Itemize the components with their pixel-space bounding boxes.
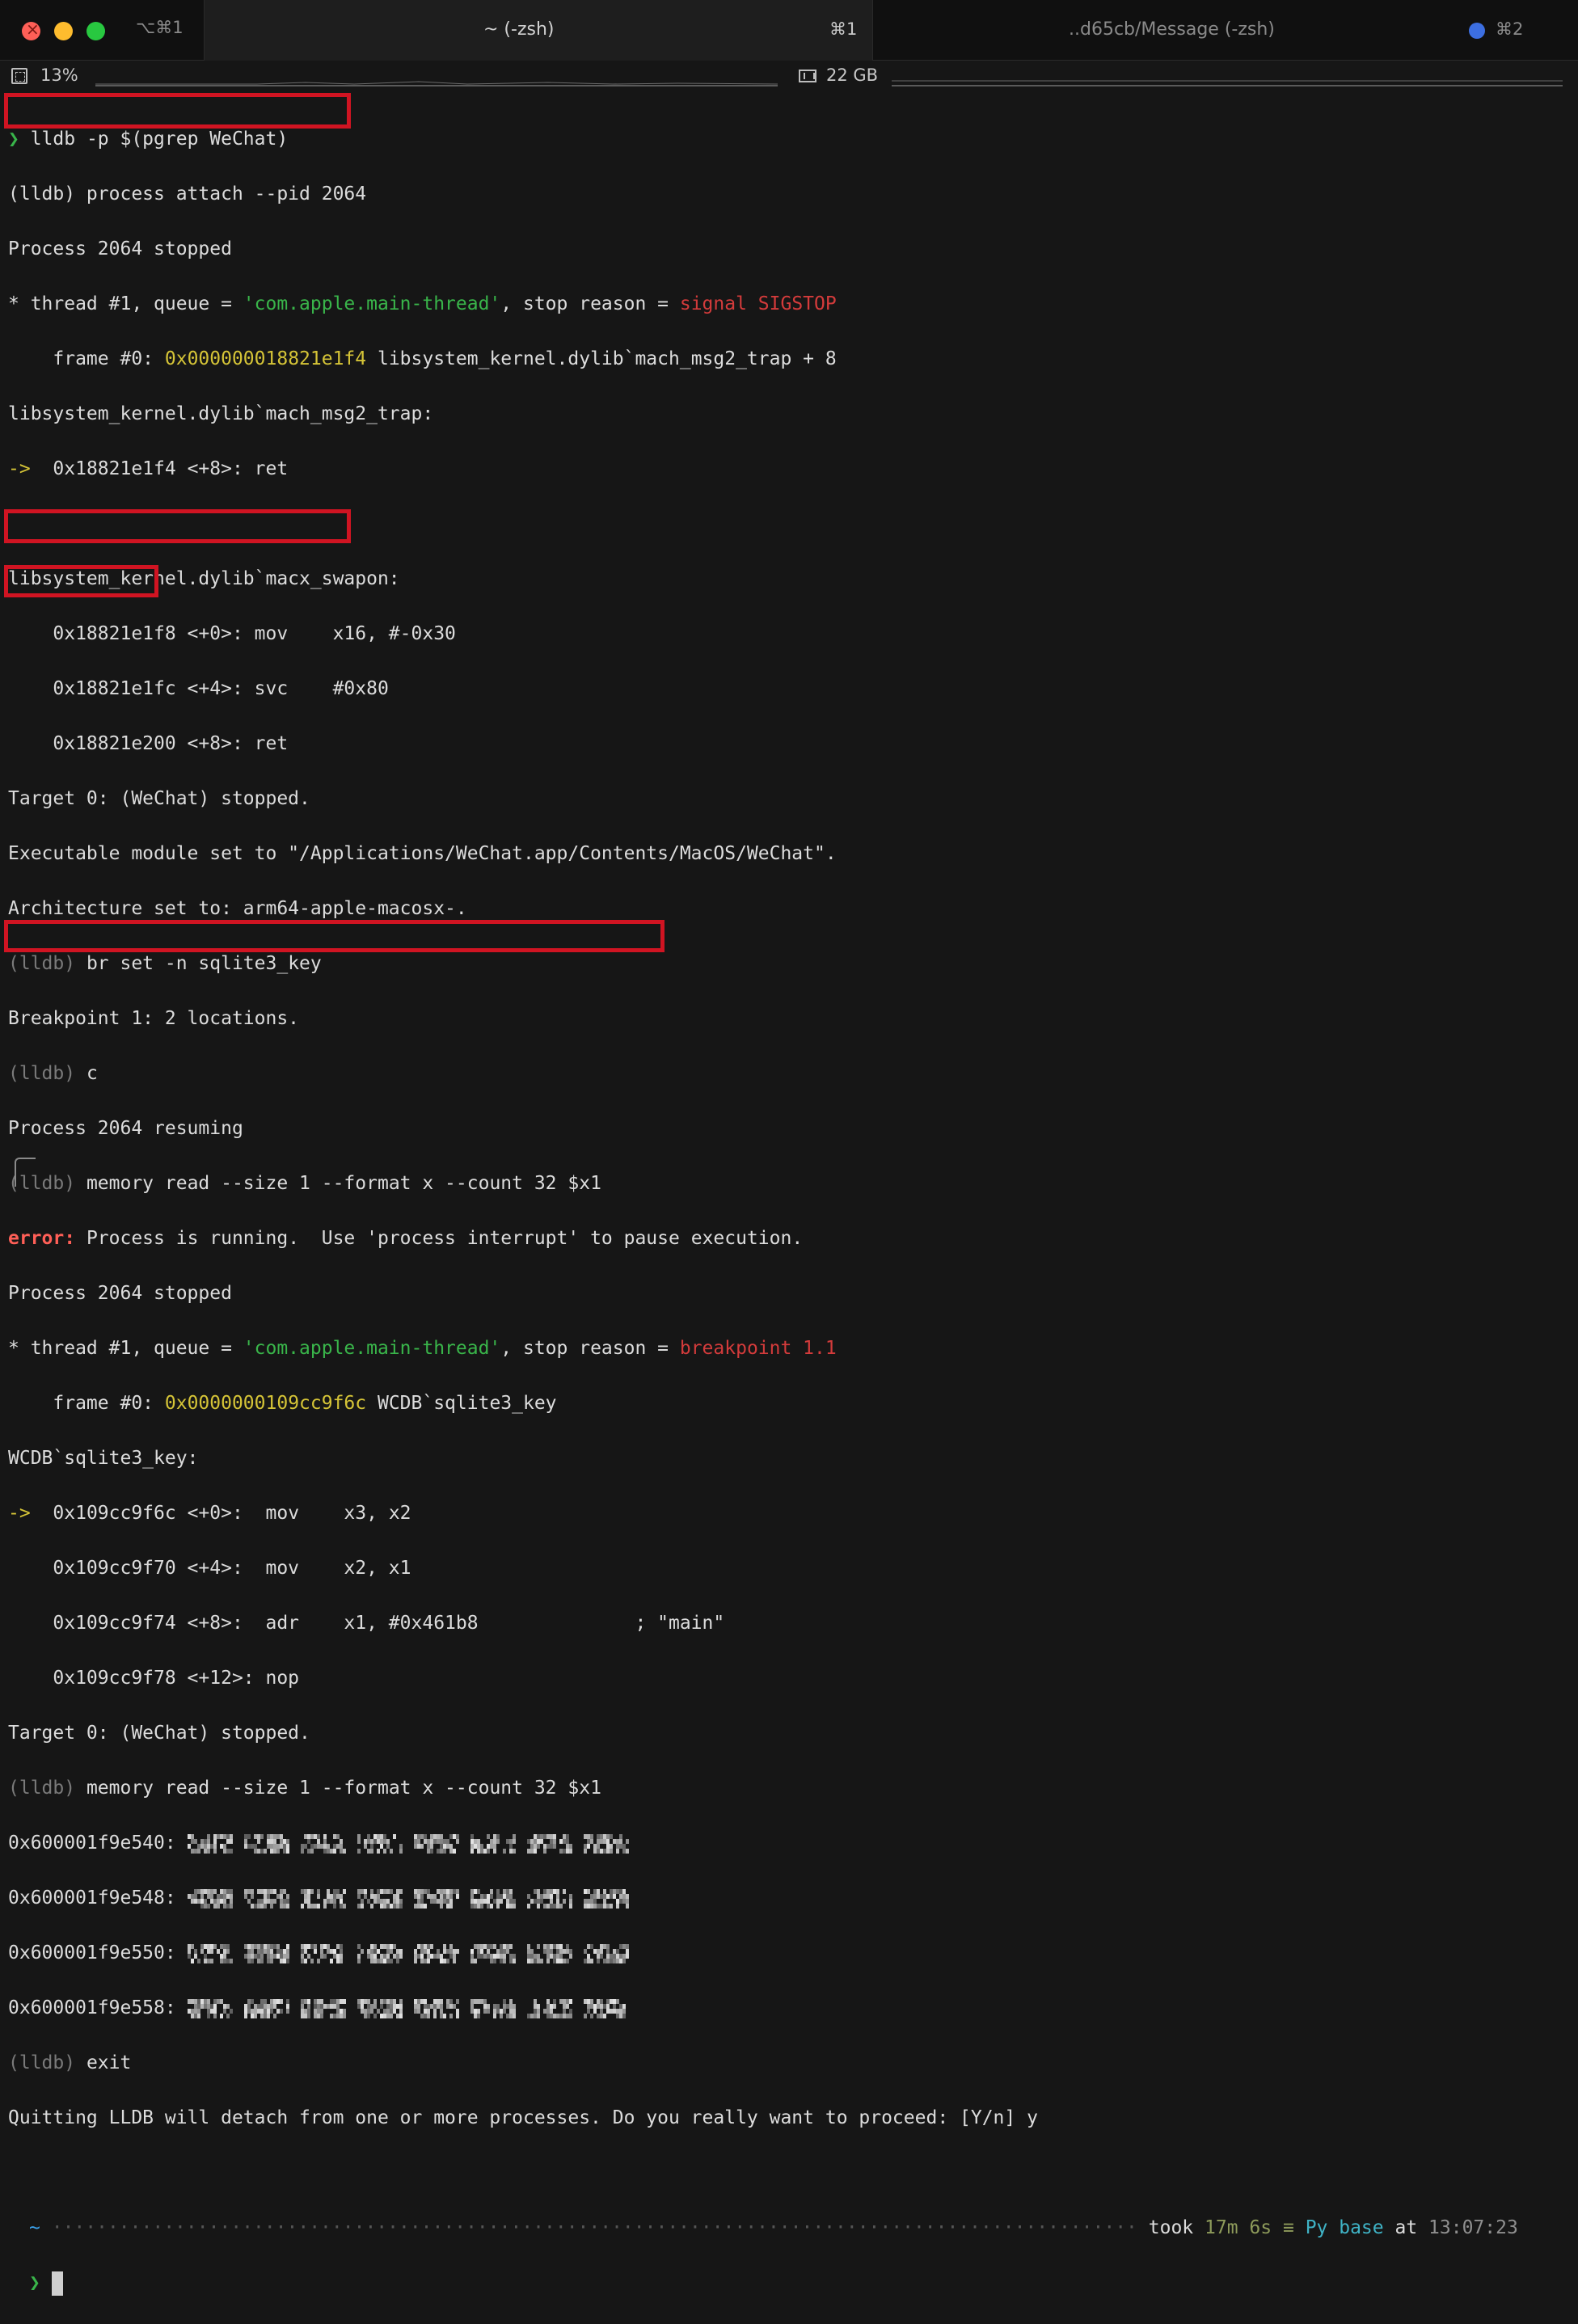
terminal-line: (lldb) c <box>8 1063 98 1084</box>
highlight-box <box>4 509 351 543</box>
terminal-line: -> 0x109cc9f6c <+0>: mov x3, x2 <box>8 1503 411 1524</box>
terminal-line: * thread #1, queue = 'com.apple.main-thr… <box>8 293 837 314</box>
redacted-bytes <box>187 1998 626 2018</box>
tab-zsh-home[interactable]: ~ (-zsh) ⌘1 <box>205 0 873 61</box>
terminal-line: Executable module set to "/Applications/… <box>8 843 837 864</box>
tab-title: ~ (-zsh) <box>483 19 555 40</box>
memory-address: 0x600001f9e548: <box>8 1887 176 1909</box>
redacted-bytes <box>187 1943 629 1963</box>
redacted-bytes <box>187 1888 629 1909</box>
terminal-line: frame #0: 0x000000018821e1f4 libsystem_k… <box>8 348 837 369</box>
terminal-line: Process 2064 stopped <box>8 238 232 259</box>
prompt-filler: ········································… <box>51 2217 1137 2238</box>
took-label: took <box>1148 2217 1194 2238</box>
env-symbol: ≡ <box>1282 2217 1294 2238</box>
env-name: Py base <box>1305 2217 1384 2238</box>
terminal-line: (lldb) exit <box>8 2052 132 2073</box>
memory-dump-row: 0x600001f9e548: <box>8 1884 1518 1912</box>
memory-sparkline <box>892 80 1563 86</box>
cpu-icon <box>11 68 27 84</box>
memory-dump-row: 0x600001f9e550: <box>8 1939 1518 1967</box>
terminal-line: Process 2064 stopped <box>8 1283 232 1304</box>
highlight-box <box>4 920 665 952</box>
highlight-box <box>4 93 351 129</box>
took-value: 17m 6s <box>1205 2217 1272 2238</box>
terminal-line: (lldb) memory read --size 1 --format x -… <box>8 1778 601 1799</box>
terminal-line: Breakpoint 1: 2 locations. <box>8 1008 300 1029</box>
terminal-line: 0x18821e1fc <+4>: svc #0x80 <box>8 678 389 699</box>
tab-title: ..d65cb/Message (-zsh) <box>1069 19 1275 40</box>
prompt-caret: ❯ <box>29 2272 40 2293</box>
terminal-line: 0x109cc9f70 <+4>: mov x2, x1 <box>8 1558 411 1579</box>
prompt-line: ~ ······································… <box>29 2214 1518 2242</box>
tab-shortcut: ⌘2 <box>1496 19 1524 39</box>
tab-0-shortcut[interactable]: ⌥⌘1 <box>136 18 184 37</box>
text-cursor <box>51 2271 63 2296</box>
terminal-line: Target 0: (WeChat) stopped. <box>8 1723 310 1744</box>
redacted-bytes <box>187 1833 629 1854</box>
terminal-line: (lldb) br set -n sqlite3_key <box>8 953 322 974</box>
memory-address: 0x600001f9e558: <box>8 1997 176 2018</box>
terminal-line: error: Process is running. Use 'process … <box>8 1228 804 1249</box>
highlight-box <box>4 565 158 597</box>
prompt-time: 13:07:23 <box>1428 2217 1518 2238</box>
terminal-line: 0x18821e200 <+8>: ret <box>8 733 289 754</box>
terminal-output[interactable]: ❯ lldb -p $(pgrep WeChat) (lldb) process… <box>8 98 1518 2324</box>
status-bar: 13% 22 GB <box>0 61 1578 91</box>
input-line[interactable]: ❯ <box>29 2269 1518 2297</box>
terminal-line: 0x109cc9f78 <+12>: nop <box>8 1668 300 1689</box>
tab-shortcut: ⌘1 <box>829 19 858 39</box>
terminal-line: libsystem_kernel.dylib`mach_msg2_trap: <box>8 403 434 424</box>
terminal-line: (lldb) process attach --pid 2064 <box>8 183 367 205</box>
terminal-line: * thread #1, queue = 'com.apple.main-thr… <box>8 1338 837 1359</box>
minimize-window-button[interactable] <box>54 22 73 40</box>
terminal-line: Target 0: (WeChat) stopped. <box>8 788 310 809</box>
memory-address: 0x600001f9e540: <box>8 1833 176 1854</box>
prompt-corner-decoration <box>15 1158 36 1187</box>
terminal-line: Process 2064 resuming <box>8 1118 243 1139</box>
tab-activity-dot <box>1469 23 1485 39</box>
memory-address: 0x600001f9e550: <box>8 1942 176 1963</box>
at-label: at <box>1394 2217 1418 2238</box>
prompt-dir: ~ <box>29 2217 40 2238</box>
terminal-line: ❯ lldb -p $(pgrep WeChat) <box>8 125 1518 153</box>
zoom-window-button[interactable] <box>86 22 105 40</box>
close-window-button[interactable] <box>22 19 40 40</box>
window-titlebar: ⌥⌘1 ~ (-zsh) ⌘1 ..d65cb/Message (-zsh) ⌘… <box>0 0 1578 61</box>
terminal-line: -> 0x18821e1f4 <+8>: ret <box>8 458 289 479</box>
terminal-line: 0x18821e1f8 <+0>: mov x16, #-0x30 <box>8 623 456 644</box>
cpu-sparkline <box>95 81 778 86</box>
command-text: lldb -p $(pgrep WeChat) <box>19 129 289 150</box>
tab-zsh-message[interactable]: ..d65cb/Message (-zsh) ⌘2 <box>873 0 1578 60</box>
terminal-line: WCDB`sqlite3_key: <box>8 1448 199 1469</box>
cpu-usage: 13% <box>40 65 78 85</box>
memory-icon <box>799 70 816 82</box>
terminal-line: 0x109cc9f74 <+8>: adr x1, #0x461b8 ; "ma… <box>8 1613 725 1634</box>
memory-dump-row: 0x600001f9e540: <box>8 1829 1518 1857</box>
terminal-line: (lldb) memory read --size 1 --format x -… <box>8 1173 601 1194</box>
memory-dump-row: 0x600001f9e558: <box>8 1994 1518 2022</box>
prompt-caret: ❯ <box>8 129 19 150</box>
terminal-line: libsystem_kernel.dylib`macx_swapon: <box>8 568 400 589</box>
terminal-line: frame #0: 0x0000000109cc9f6c WCDB`sqlite… <box>8 1393 557 1414</box>
terminal-line: Quitting LLDB will detach from one or mo… <box>8 2107 1038 2128</box>
terminal-line: Architecture set to: arm64-apple-macosx-… <box>8 898 467 919</box>
memory-usage: 22 GB <box>826 65 879 85</box>
